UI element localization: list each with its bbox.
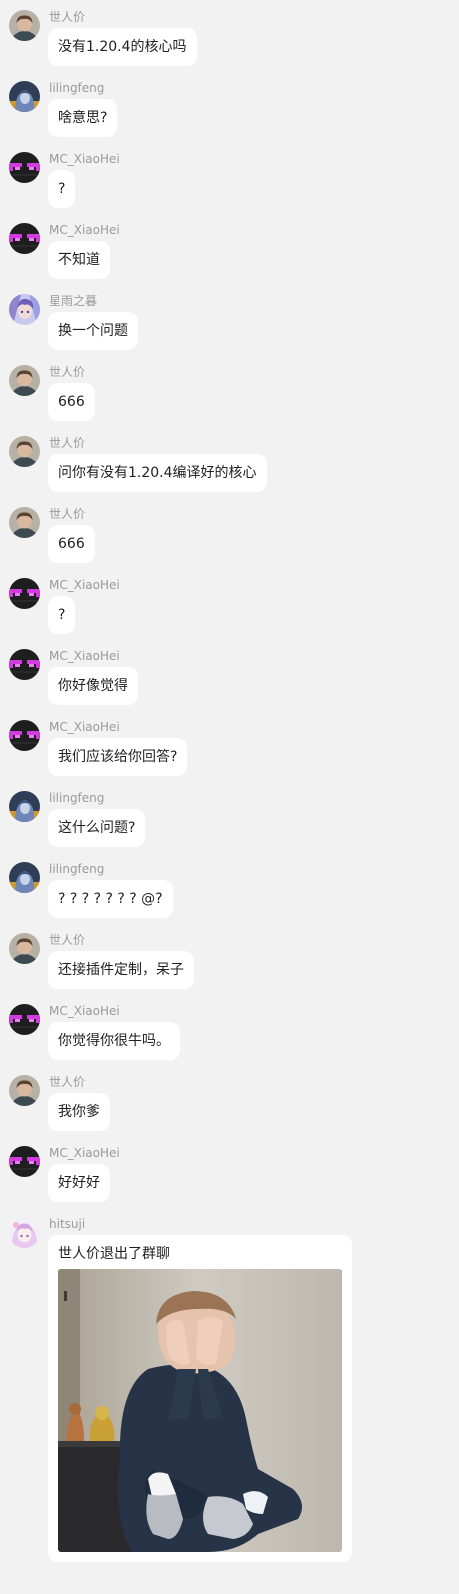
sender-name: lilingfeng — [49, 791, 105, 805]
message-bubble[interactable]: 换一个问题 — [48, 312, 138, 350]
sender-name: MC_XiaoHei — [49, 223, 120, 237]
message-row: 星雨之暮 换一个问题 — [0, 284, 459, 355]
message-bubble[interactable]: 这什么问题? — [48, 809, 146, 847]
sender-name: 世人价 — [49, 10, 86, 24]
chat-message-list[interactable]: 世人价 没有1.20.4的核心吗 lilingfeng 啥意思? MC_Xiao… — [0, 0, 459, 1594]
sender-name: MC_XiaoHei — [49, 1004, 120, 1018]
sender-name: 世人价 — [49, 507, 86, 521]
hooded-figure-avatar-icon[interactable] — [9, 862, 40, 893]
enderman-face-avatar-icon[interactable] — [9, 1146, 40, 1177]
message-bubble[interactable]: 不知道 — [48, 241, 110, 279]
anime-girl-avatar-icon[interactable] — [9, 294, 40, 325]
message-row: MC_XiaoHei ? — [0, 142, 459, 213]
child-avatar-icon[interactable] — [9, 507, 40, 538]
sender-name: MC_XiaoHei — [49, 649, 120, 663]
message-row: lilingfeng ? ? ? ? ? ? ? @? — [0, 852, 459, 923]
message-bubble[interactable]: 啥意思? — [48, 99, 118, 137]
hooded-figure-avatar-icon[interactable] — [9, 81, 40, 112]
message-row: MC_XiaoHei 不知道 — [0, 213, 459, 284]
sender-name: MC_XiaoHei — [49, 152, 120, 166]
message-row: 世人价 我你爹 — [0, 1065, 459, 1136]
message-text: 世人价退出了群聊 — [58, 1246, 170, 1262]
enderman-face-avatar-icon[interactable] — [9, 1004, 40, 1035]
message-row: lilingfeng 啥意思? — [0, 71, 459, 142]
sender-name: MC_XiaoHei — [49, 720, 120, 734]
message-bubble[interactable]: 没有1.20.4的核心吗 — [48, 28, 197, 66]
message-row: 世人价 666 — [0, 497, 459, 568]
message-row: 世人价 还接插件定制，呆子 — [0, 923, 459, 994]
enderman-face-avatar-icon[interactable] — [9, 578, 40, 609]
message-row: MC_XiaoHei 你好像觉得 — [0, 639, 459, 710]
message-row: MC_XiaoHei 你觉得你很牛吗。 — [0, 994, 459, 1065]
sender-name: 世人价 — [49, 365, 86, 379]
message-row: 世人价 666 — [0, 355, 459, 426]
message-bubble[interactable]: 我们应该给你回答? — [48, 738, 188, 776]
message-bubble[interactable]: 你好像觉得 — [48, 667, 138, 705]
message-row: MC_XiaoHei 我们应该给你回答? — [0, 710, 459, 781]
message-bubble[interactable]: 还接插件定制，呆子 — [48, 951, 194, 989]
enderman-face-avatar-icon[interactable] — [9, 720, 40, 751]
message-bubble[interactable]: 问你有没有1.20.4编译好的核心 — [48, 454, 267, 492]
message-bubble[interactable]: 你觉得你很牛吗。 — [48, 1022, 180, 1060]
message-row: lilingfeng 这什么问题? — [0, 781, 459, 852]
sender-name: lilingfeng — [49, 862, 105, 876]
message-bubble[interactable]: 666 — [48, 525, 95, 563]
message-row: MC_XiaoHei 好好好 — [0, 1136, 459, 1207]
sender-name: MC_XiaoHei — [49, 1146, 120, 1160]
child-avatar-icon[interactable] — [9, 933, 40, 964]
sender-name: 世人价 — [49, 933, 86, 947]
message-bubble[interactable]: 好好好 — [48, 1164, 110, 1202]
sender-name: MC_XiaoHei — [49, 578, 120, 592]
child-avatar-icon[interactable] — [9, 1075, 40, 1106]
enderman-face-avatar-icon[interactable] — [9, 649, 40, 680]
pink-anime-avatar-icon[interactable] — [9, 1217, 40, 1248]
message-bubble[interactable]: ? — [48, 596, 76, 634]
child-avatar-icon[interactable] — [9, 436, 40, 467]
enderman-face-avatar-icon[interactable] — [9, 223, 40, 254]
message-row: 世人价 问你有没有1.20.4编译好的核心 — [0, 426, 459, 497]
message-row: hitsuji 世人价退出了群聊 — [0, 1207, 459, 1594]
message-row: MC_XiaoHei ? — [0, 568, 459, 639]
sender-name: 世人价 — [49, 436, 86, 450]
sender-name: hitsuji — [49, 1217, 86, 1231]
sender-name: lilingfeng — [49, 81, 105, 95]
child-avatar-icon[interactable] — [9, 365, 40, 396]
child-avatar-icon[interactable] — [9, 10, 40, 41]
sender-name: 星雨之暮 — [49, 294, 98, 308]
child-covering-face-photo[interactable] — [58, 1269, 342, 1552]
sender-name: 世人价 — [49, 1075, 86, 1089]
message-bubble[interactable]: ? — [48, 170, 76, 208]
message-bubble[interactable]: 666 — [48, 383, 95, 421]
enderman-face-avatar-icon[interactable] — [9, 152, 40, 183]
message-bubble[interactable]: 世人价退出了群聊 — [48, 1235, 352, 1562]
message-bubble[interactable]: 我你爹 — [48, 1093, 110, 1131]
message-row: 世人价 没有1.20.4的核心吗 — [0, 0, 459, 71]
hooded-figure-avatar-icon[interactable] — [9, 791, 40, 822]
message-bubble[interactable]: ? ? ? ? ? ? ? @? — [48, 880, 173, 918]
